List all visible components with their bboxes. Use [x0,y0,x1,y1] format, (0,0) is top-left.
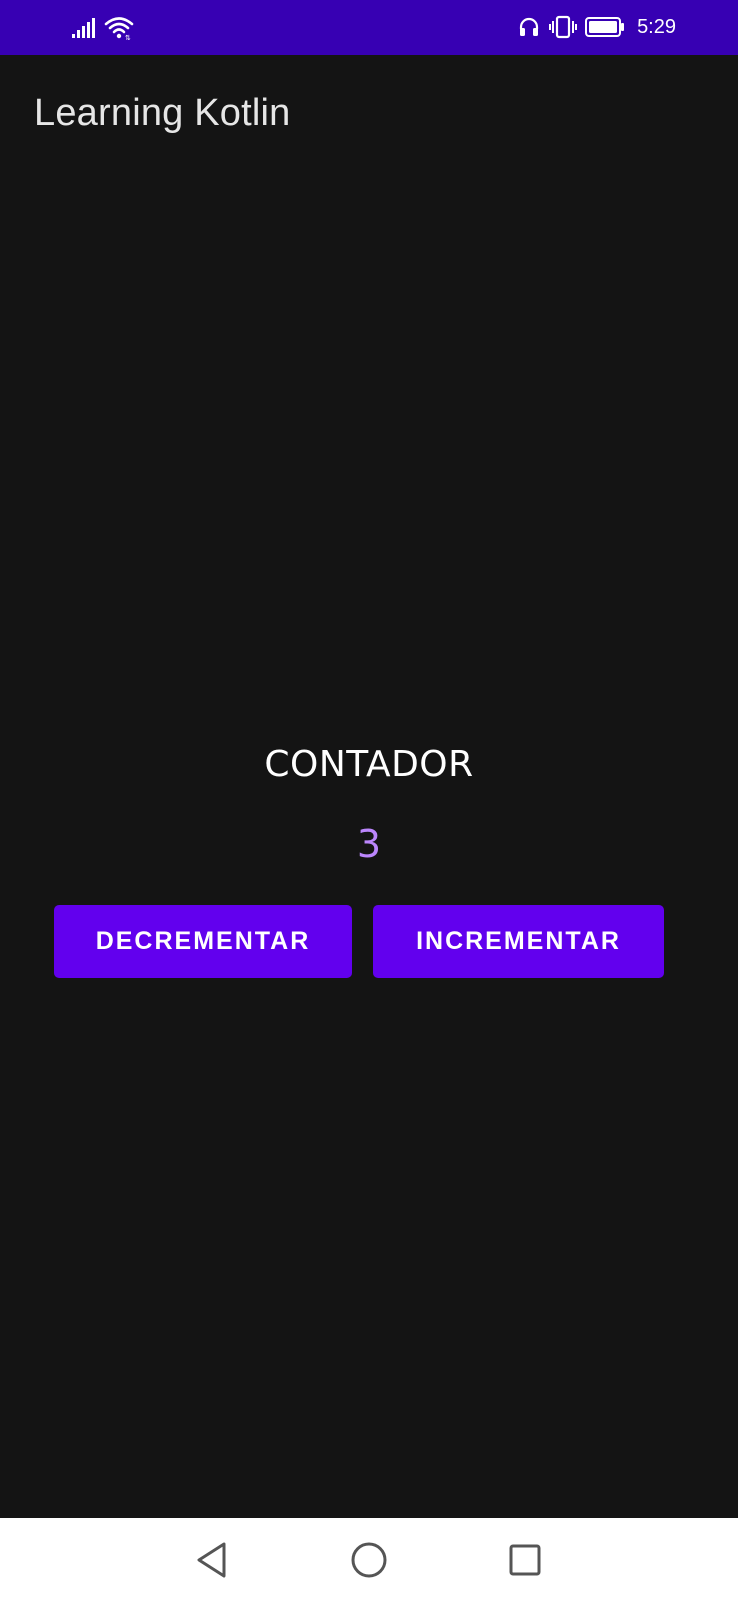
headset-icon [517,15,541,39]
nav-home-button[interactable] [347,1538,391,1582]
status-time: 5:29 [637,15,676,38]
counter-value: 3 [356,822,382,866]
nav-recents-button[interactable] [503,1538,547,1582]
status-left-group: ⇅ [72,14,134,42]
wifi-icon: ⇅ [104,15,134,41]
signal-bars-icon [72,17,96,39]
back-triangle-icon [194,1540,230,1580]
app-screen: ⇅ 5:29 Learning Kotlin CONTADOR 3 DECREM… [0,0,738,1600]
navigation-bar [0,1518,738,1600]
app-title: Learning Kotlin [34,92,291,134]
vibrate-icon [549,15,578,39]
decrement-button[interactable]: DECREMENTAR [54,905,352,978]
status-right-group: 5:29 [517,12,676,42]
svg-text:⇅: ⇅ [125,34,131,41]
home-circle-icon [349,1540,389,1580]
status-bar: ⇅ 5:29 [0,0,738,55]
nav-back-button[interactable] [190,1538,234,1582]
counter-label: CONTADOR [264,744,474,785]
battery-icon [585,16,625,38]
recents-square-icon [507,1542,543,1578]
increment-button[interactable]: INCREMENTAR [373,905,664,978]
